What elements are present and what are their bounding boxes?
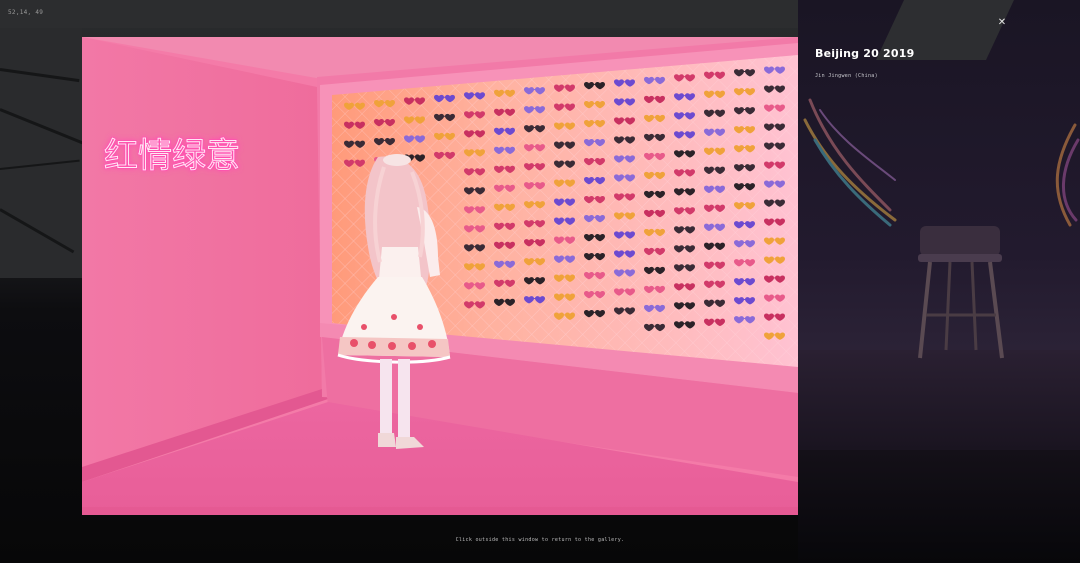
lightbox-photo: 红情绿意 红情绿意	[82, 37, 798, 515]
coordinates-readout: 52,14, 49	[8, 9, 44, 16]
bar-stool	[918, 226, 1004, 359]
close-button[interactable]: ✕	[995, 16, 1009, 30]
gallery-left-thumbnail	[0, 28, 85, 278]
wall-brush-art-2	[1055, 123, 1080, 227]
lightbox-page: 52,14, 49 红情绿意 红情绿意 Beijing 20 2019 Jin …	[0, 0, 1080, 563]
photo-caption: Beijing 20 2019 Jin Jingwen (China)	[815, 47, 995, 79]
gallery-next-photo-floor	[798, 350, 1080, 450]
neon-sign-core: 红情绿意	[104, 136, 240, 176]
close-icon: ✕	[997, 17, 1007, 28]
photo-title: Beijing 20 2019	[815, 47, 915, 60]
footer-hint: Click outside this window to return to t…	[455, 537, 625, 543]
wall-brush-art	[803, 98, 897, 227]
photo-credit: Jin Jingwen (China)	[815, 73, 878, 79]
